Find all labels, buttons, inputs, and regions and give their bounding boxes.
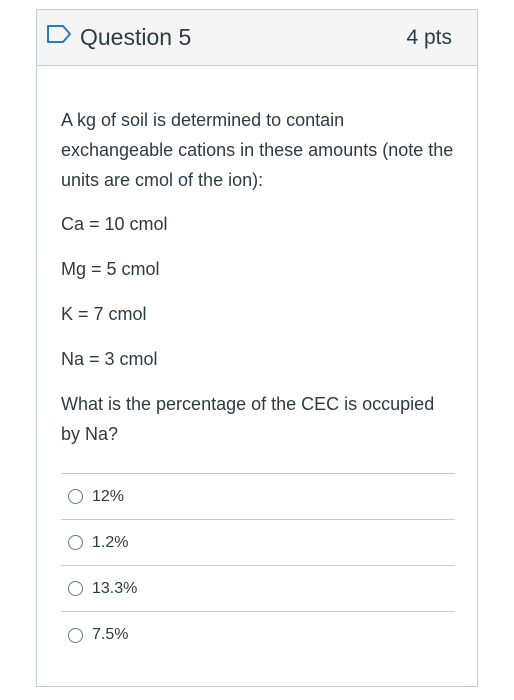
answer-label: 1.2% xyxy=(92,533,129,551)
answer-label: 7.5% xyxy=(92,626,129,643)
answer-option[interactable]: 7.5% xyxy=(61,612,455,658)
question-body: A kg of soil is determined to contain ex… xyxy=(61,105,457,449)
flag-icon[interactable] xyxy=(46,24,72,44)
question-title: Question 5 xyxy=(80,24,192,50)
cation-line-na: Na = 3 cmol xyxy=(61,349,158,369)
cation-line-ca: Ca = 10 cmol xyxy=(61,214,168,234)
question-card: Question 5 4 pts A kg of soil is determi… xyxy=(36,9,478,687)
radio-button[interactable] xyxy=(68,535,83,550)
radio-button[interactable] xyxy=(68,581,83,596)
answer-option[interactable]: 1.2% xyxy=(61,520,455,566)
answer-option[interactable]: 13.3% xyxy=(61,566,455,612)
question-header: Question 5 4 pts xyxy=(37,10,477,66)
answer-label: 13.3% xyxy=(92,579,138,597)
question-prompt: What is the percentage of the CEC is occ… xyxy=(61,394,435,444)
question-points: 4 pts xyxy=(406,26,452,49)
question-intro: A kg of soil is determined to contain ex… xyxy=(61,110,454,190)
answer-option[interactable]: 12% xyxy=(61,474,455,520)
cation-line-mg: Mg = 5 cmol xyxy=(61,259,160,279)
radio-button[interactable] xyxy=(68,489,83,504)
radio-button[interactable] xyxy=(68,627,83,643)
answer-label: 12% xyxy=(92,487,125,505)
cation-line-k: K = 7 cmol xyxy=(61,304,147,324)
answer-list: 12% 1.2% 13.3% 7.5% xyxy=(61,473,455,658)
